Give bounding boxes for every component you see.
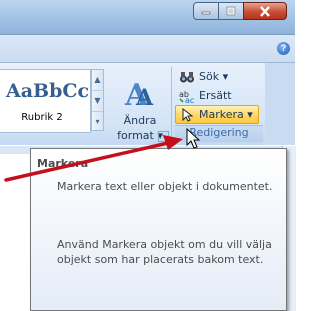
minimize-icon (201, 11, 211, 15)
maximize-icon (226, 6, 236, 16)
help-icon[interactable]: ? (277, 42, 290, 55)
more-styles-icon[interactable]: ▾ (92, 112, 103, 132)
minimize-button[interactable] (193, 2, 219, 20)
select-button[interactable]: Markera ▾ (175, 105, 259, 124)
select-tooltip: Markera Markera text eller objekt i doku… (30, 148, 287, 311)
change-styles-label-1: Ändra (123, 114, 157, 127)
replace-button[interactable]: ab ac Ersätt (175, 86, 263, 105)
gallery-scroll[interactable]: ▲ ▼ ▾ (91, 69, 104, 131)
window-controls (193, 2, 287, 20)
svg-text:ac: ac (185, 96, 194, 103)
window-title-bar (0, 0, 295, 35)
ribbon-right-edge (265, 63, 295, 145)
select-label: Markera ▾ (199, 108, 253, 121)
scroll-down-icon[interactable]: ▼ (92, 91, 103, 112)
tooltip-paragraph-2: Använd Markera objekt om du vill välja o… (57, 238, 272, 266)
select-arrow-icon (179, 107, 195, 122)
mouse-cursor-icon (186, 128, 201, 149)
styles-dialog-launcher-icon[interactable]: ↘ (158, 131, 169, 142)
close-button[interactable] (243, 2, 287, 20)
tooltip-title: Markera (37, 157, 89, 170)
find-label: Sök ▾ (199, 70, 229, 83)
ribbon-tab-strip: ? (0, 35, 295, 63)
tooltip-paragraph-1: Markera text eller objekt i dokumentet. (57, 180, 273, 193)
style-name: Rubrik 2 (21, 112, 63, 123)
find-button[interactable]: Sök ▾ (175, 67, 263, 86)
scroll-up-icon[interactable]: ▲ (92, 70, 103, 91)
ribbon: AaBbCc Rubrik 2 ▲ ▼ ▾ A A Ändra format ▾… (0, 63, 295, 145)
maximize-button[interactable] (218, 2, 244, 20)
style-gallery[interactable]: AaBbCc Rubrik 2 (0, 69, 91, 133)
close-icon (260, 5, 270, 17)
style-sample: AaBbCc (6, 80, 90, 102)
svg-text:A: A (135, 85, 154, 109)
change-styles-icon: A A (124, 78, 154, 113)
replace-icon: ab ac (179, 89, 195, 105)
group-separator (171, 67, 172, 141)
replace-label: Ersätt (199, 89, 232, 102)
binoculars-icon (179, 70, 195, 84)
